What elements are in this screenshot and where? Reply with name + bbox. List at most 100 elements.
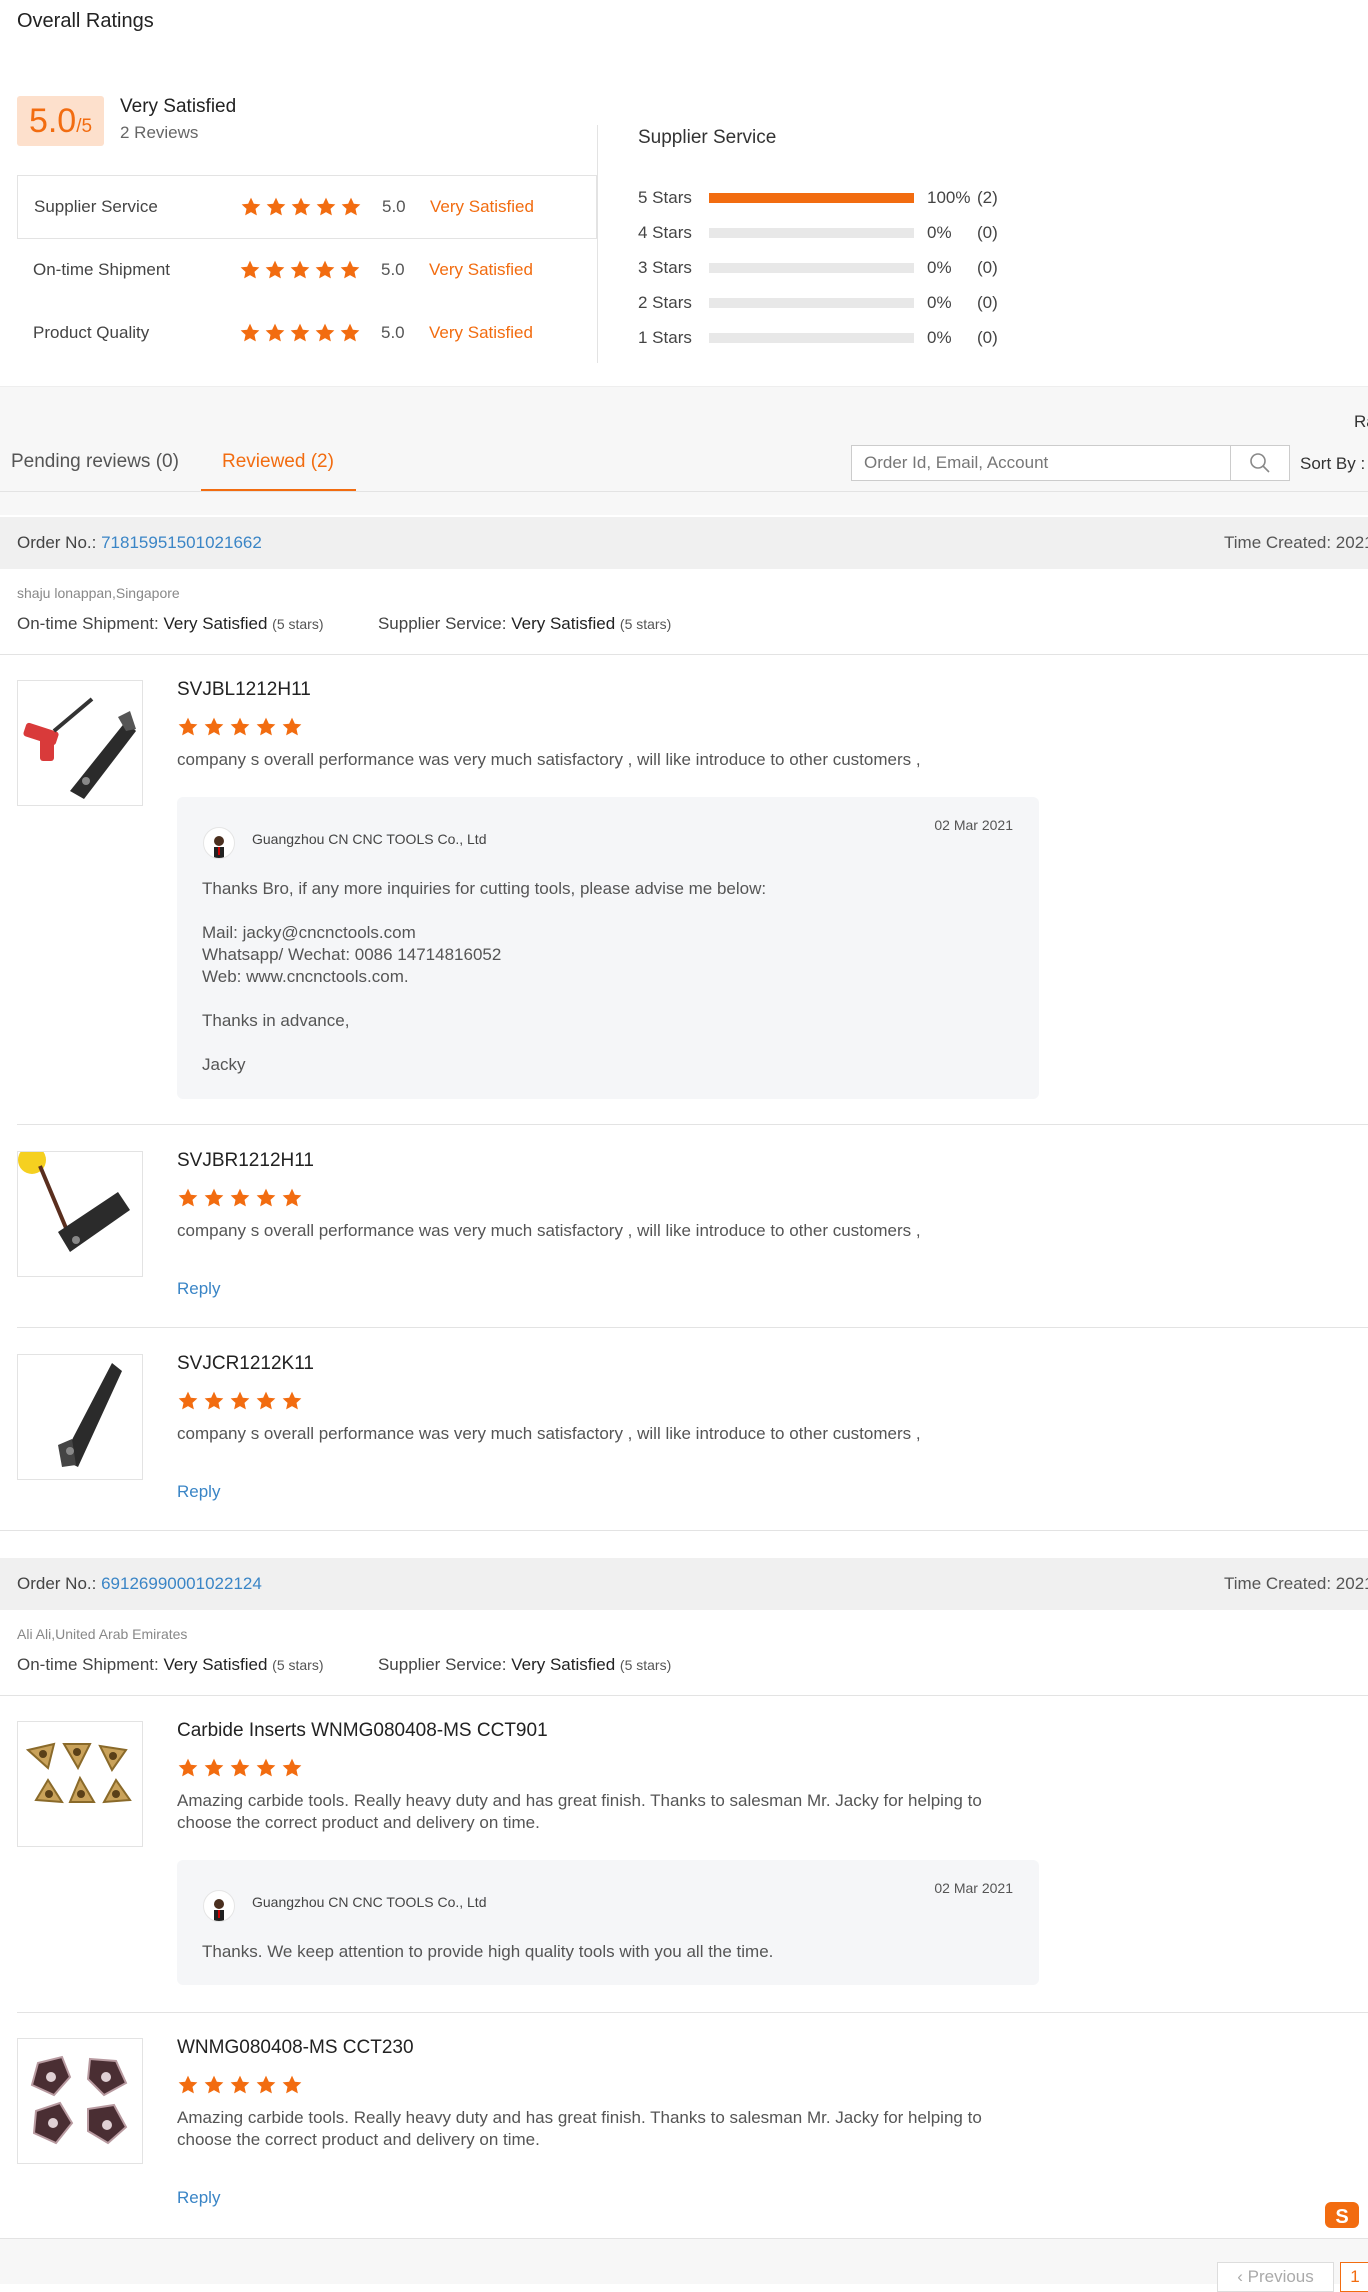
- product-name[interactable]: SVJBR1212H11: [177, 1150, 314, 1172]
- distribution-label: 1 Stars: [638, 327, 692, 347]
- avatar: [203, 1890, 235, 1922]
- sort-by-label[interactable]: Sort By :: [1300, 454, 1365, 474]
- distribution-bar: [709, 192, 914, 203]
- reply-button[interactable]: Reply: [177, 2188, 220, 2208]
- order-number: Order No.: 71815951501021662: [17, 533, 262, 553]
- star-icon: [315, 196, 337, 218]
- product-name[interactable]: Carbide Inserts WNMG080408-MS CCT901: [177, 1720, 548, 1742]
- rating-breakdown-table: Supplier Service 5.0 Very Satisfied On-t…: [17, 175, 597, 365]
- reply-button[interactable]: Reply: [177, 1279, 220, 1299]
- star-icon: [281, 1187, 303, 1209]
- distribution-label: 5 Stars: [638, 187, 692, 207]
- product-rating-stars: [177, 716, 303, 738]
- reply-company: Guangzhou CN CNC TOOLS Co., Ltd: [252, 831, 487, 847]
- star-icon: [314, 259, 336, 281]
- star-icon: [265, 196, 287, 218]
- product-thumbnail[interactable]: [17, 1354, 143, 1480]
- reply-company: Guangzhou CN CNC TOOLS Co., Ltd: [252, 1894, 487, 1910]
- floating-chat-logo[interactable]: S: [1325, 2198, 1365, 2230]
- overall-score-max: /5: [76, 116, 93, 137]
- overall-score: 5.0: [28, 102, 77, 140]
- distribution-row: 3 Stars 0% (0): [638, 250, 1038, 285]
- distribution-fill: [709, 192, 914, 203]
- star-icon: [289, 259, 311, 281]
- rating-row-on-time-shipment: On-time Shipment 5.0 Very Satisfied: [17, 239, 597, 302]
- tab-reviewed[interactable]: Reviewed (2): [222, 451, 334, 473]
- product-rating-stars: [177, 1390, 303, 1412]
- rating-row-supplier-service: Supplier Service 5.0 Very Satisfied: [17, 175, 597, 239]
- person-icon: [214, 1899, 224, 1921]
- star-icon: [229, 1757, 251, 1779]
- rating-stars: [240, 196, 362, 218]
- page-1-button[interactable]: 1: [1340, 2262, 1368, 2292]
- star-icon: [239, 322, 261, 344]
- pagination-bar: [0, 2238, 1368, 2284]
- order-number-link[interactable]: 69126990001022124: [101, 1574, 262, 1593]
- search-input[interactable]: [852, 446, 1230, 480]
- product-thumbnail[interactable]: [17, 680, 143, 806]
- tab-pending-reviews[interactable]: Pending reviews (0): [11, 451, 179, 473]
- star-icon: [264, 322, 286, 344]
- supplier-service-title: Supplier Service: [638, 127, 777, 148]
- supplier-service-distribution: 5 Stars 100% (2) 4 Stars 0% (0) 3 Stars …: [638, 180, 1038, 355]
- star-icon: [281, 1757, 303, 1779]
- product-thumbnail[interactable]: [17, 2038, 143, 2164]
- star-icon: [203, 2074, 225, 2096]
- carbide-insert-icon: [30, 2055, 128, 2145]
- distribution-row: 1 Stars 0% (0): [638, 320, 1038, 355]
- search-button[interactable]: [1230, 446, 1289, 480]
- order-number-link[interactable]: 71815951501021662: [101, 533, 262, 552]
- product-name[interactable]: WNMG080408-MS CCT230: [177, 2037, 414, 2059]
- boring-bar-tool-icon: [18, 1152, 130, 1252]
- distribution-row: 4 Stars 0% (0): [638, 215, 1038, 250]
- star-icon: [255, 1187, 277, 1209]
- divider: [17, 1327, 1368, 1328]
- order-number-label: Order No.:: [17, 1574, 97, 1593]
- review-comment-line: choose the correct product and delivery …: [177, 2130, 540, 2149]
- product-rating-stars: [177, 2074, 303, 2096]
- search-box: [851, 445, 1290, 481]
- product-name[interactable]: SVJBL1212H11: [177, 679, 311, 701]
- star-icon: [177, 716, 199, 738]
- rating-row-score: 5.0: [381, 260, 405, 279]
- star-icon: [177, 2074, 199, 2096]
- star-icon: [340, 196, 362, 218]
- rating-row-satisfaction: Very Satisfied: [429, 323, 533, 342]
- distribution-label: 3 Stars: [638, 257, 692, 277]
- divider: [17, 2012, 1368, 2013]
- overall-reviews-count: 2 Reviews: [120, 123, 199, 142]
- reply-date: 02 Mar 2021: [934, 817, 1013, 833]
- product-rating-stars: [177, 1187, 303, 1209]
- avatar: [203, 827, 235, 859]
- distribution-row: 2 Stars 0% (0): [638, 285, 1038, 320]
- product-thumbnail[interactable]: [17, 1721, 143, 1847]
- shipment-stars: (5 stars): [272, 1657, 324, 1673]
- rating-row-score: 5.0: [381, 323, 405, 342]
- chat-logo-icon: S: [1325, 2202, 1359, 2228]
- service-label: Supplier Service:: [377, 614, 507, 633]
- reply-text-line: Jacky: [202, 1055, 246, 1074]
- product-name[interactable]: SVJCR1212K11: [177, 1353, 314, 1375]
- rating-row-label: On-time Shipment: [33, 260, 170, 279]
- reply-date: 02 Mar 2021: [934, 1880, 1013, 1896]
- distribution-row: 5 Stars 100% (2): [638, 180, 1038, 215]
- star-icon: [229, 716, 251, 738]
- product-thumbnail[interactable]: [17, 1151, 143, 1277]
- distribution-percent: 100%: [927, 187, 971, 207]
- reply-text-line: Whatsapp/ Wechat: 0086 14714816052: [202, 945, 502, 964]
- service-label: Supplier Service:: [377, 1655, 507, 1674]
- star-icon: [177, 1390, 199, 1412]
- reply-text-line: Thanks Bro, if any more inquiries for cu…: [202, 879, 767, 898]
- previous-page-button[interactable]: ‹ Previous: [1217, 2262, 1334, 2292]
- supplier-reply: Guangzhou CN CNC TOOLS Co., Ltd 02 Mar 2…: [177, 1860, 1039, 1985]
- search-icon: [1250, 453, 1270, 473]
- rating-row-score: 5.0: [382, 197, 406, 216]
- reply-button[interactable]: Reply: [177, 1482, 220, 1502]
- shipment-label: On-time Shipment:: [17, 614, 159, 633]
- review-comment: company s overall performance was very m…: [177, 750, 921, 769]
- star-icon: [255, 1390, 277, 1412]
- star-icon: [229, 2074, 251, 2096]
- review-comment-line: Amazing carbide tools. Really heavy duty…: [177, 2108, 982, 2127]
- product-rating-stars: [177, 1757, 303, 1779]
- distribution-count: (0): [977, 292, 998, 312]
